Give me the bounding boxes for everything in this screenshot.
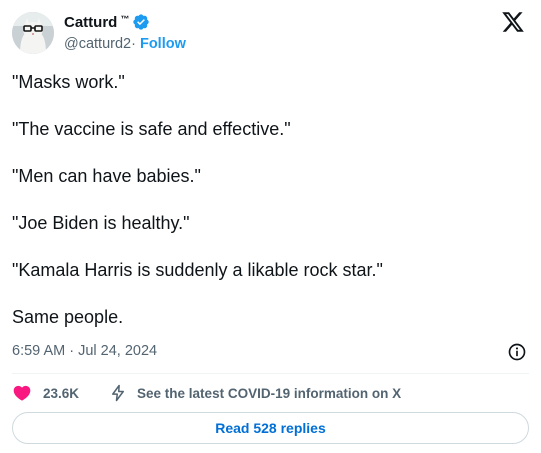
tweet-line: "Masks work."	[12, 72, 125, 92]
tweet-line: "Kamala Harris is suddenly a likable roc…	[12, 260, 383, 280]
info-icon[interactable]	[507, 342, 527, 362]
read-replies-button[interactable]: Read 528 replies	[12, 412, 529, 444]
tweet-line: Same people.	[12, 307, 124, 327]
author-handle-row: @catturd2 · Follow	[64, 36, 186, 52]
verified-badge-icon	[133, 14, 150, 30]
divider	[12, 373, 529, 374]
handle-separator: ·	[131, 36, 136, 52]
tweet-line: "Men can have babies."	[12, 166, 201, 186]
author-handle[interactable]: @catturd2	[64, 36, 131, 52]
like-button[interactable]: 23.6K	[12, 383, 79, 403]
heart-icon	[13, 385, 31, 401]
like-count: 23.6K	[43, 385, 80, 401]
author-name-row: Catturd ™	[64, 12, 150, 32]
tweet-actions: 23.6K See the latest COVID-19 informatio…	[12, 383, 401, 403]
avatar[interactable]	[12, 12, 54, 54]
avatar-cat-image	[12, 12, 54, 54]
author-display-name[interactable]: Catturd	[64, 14, 117, 31]
tweet-timestamp[interactable]: 6:59 AM · Jul 24, 2024	[12, 343, 157, 359]
x-logo-icon[interactable]	[501, 10, 525, 34]
covid-info-text: See the latest COVID-19 information on X	[137, 385, 402, 401]
follow-link[interactable]: Follow	[140, 36, 186, 52]
tweet-embed-card: Catturd ™ @catturd2 · Follow "Masks work…	[0, 0, 541, 453]
bolt-icon	[112, 384, 125, 402]
tweet-line: "Joe Biden is healthy."	[12, 213, 190, 233]
tweet-text: "Masks work." "The vaccine is safe and e…	[12, 70, 529, 329]
trademark-symbol: ™	[120, 14, 130, 24]
covid-info-link[interactable]: See the latest COVID-19 information on X	[109, 384, 401, 402]
tweet-line: "The vaccine is safe and effective."	[12, 119, 291, 139]
